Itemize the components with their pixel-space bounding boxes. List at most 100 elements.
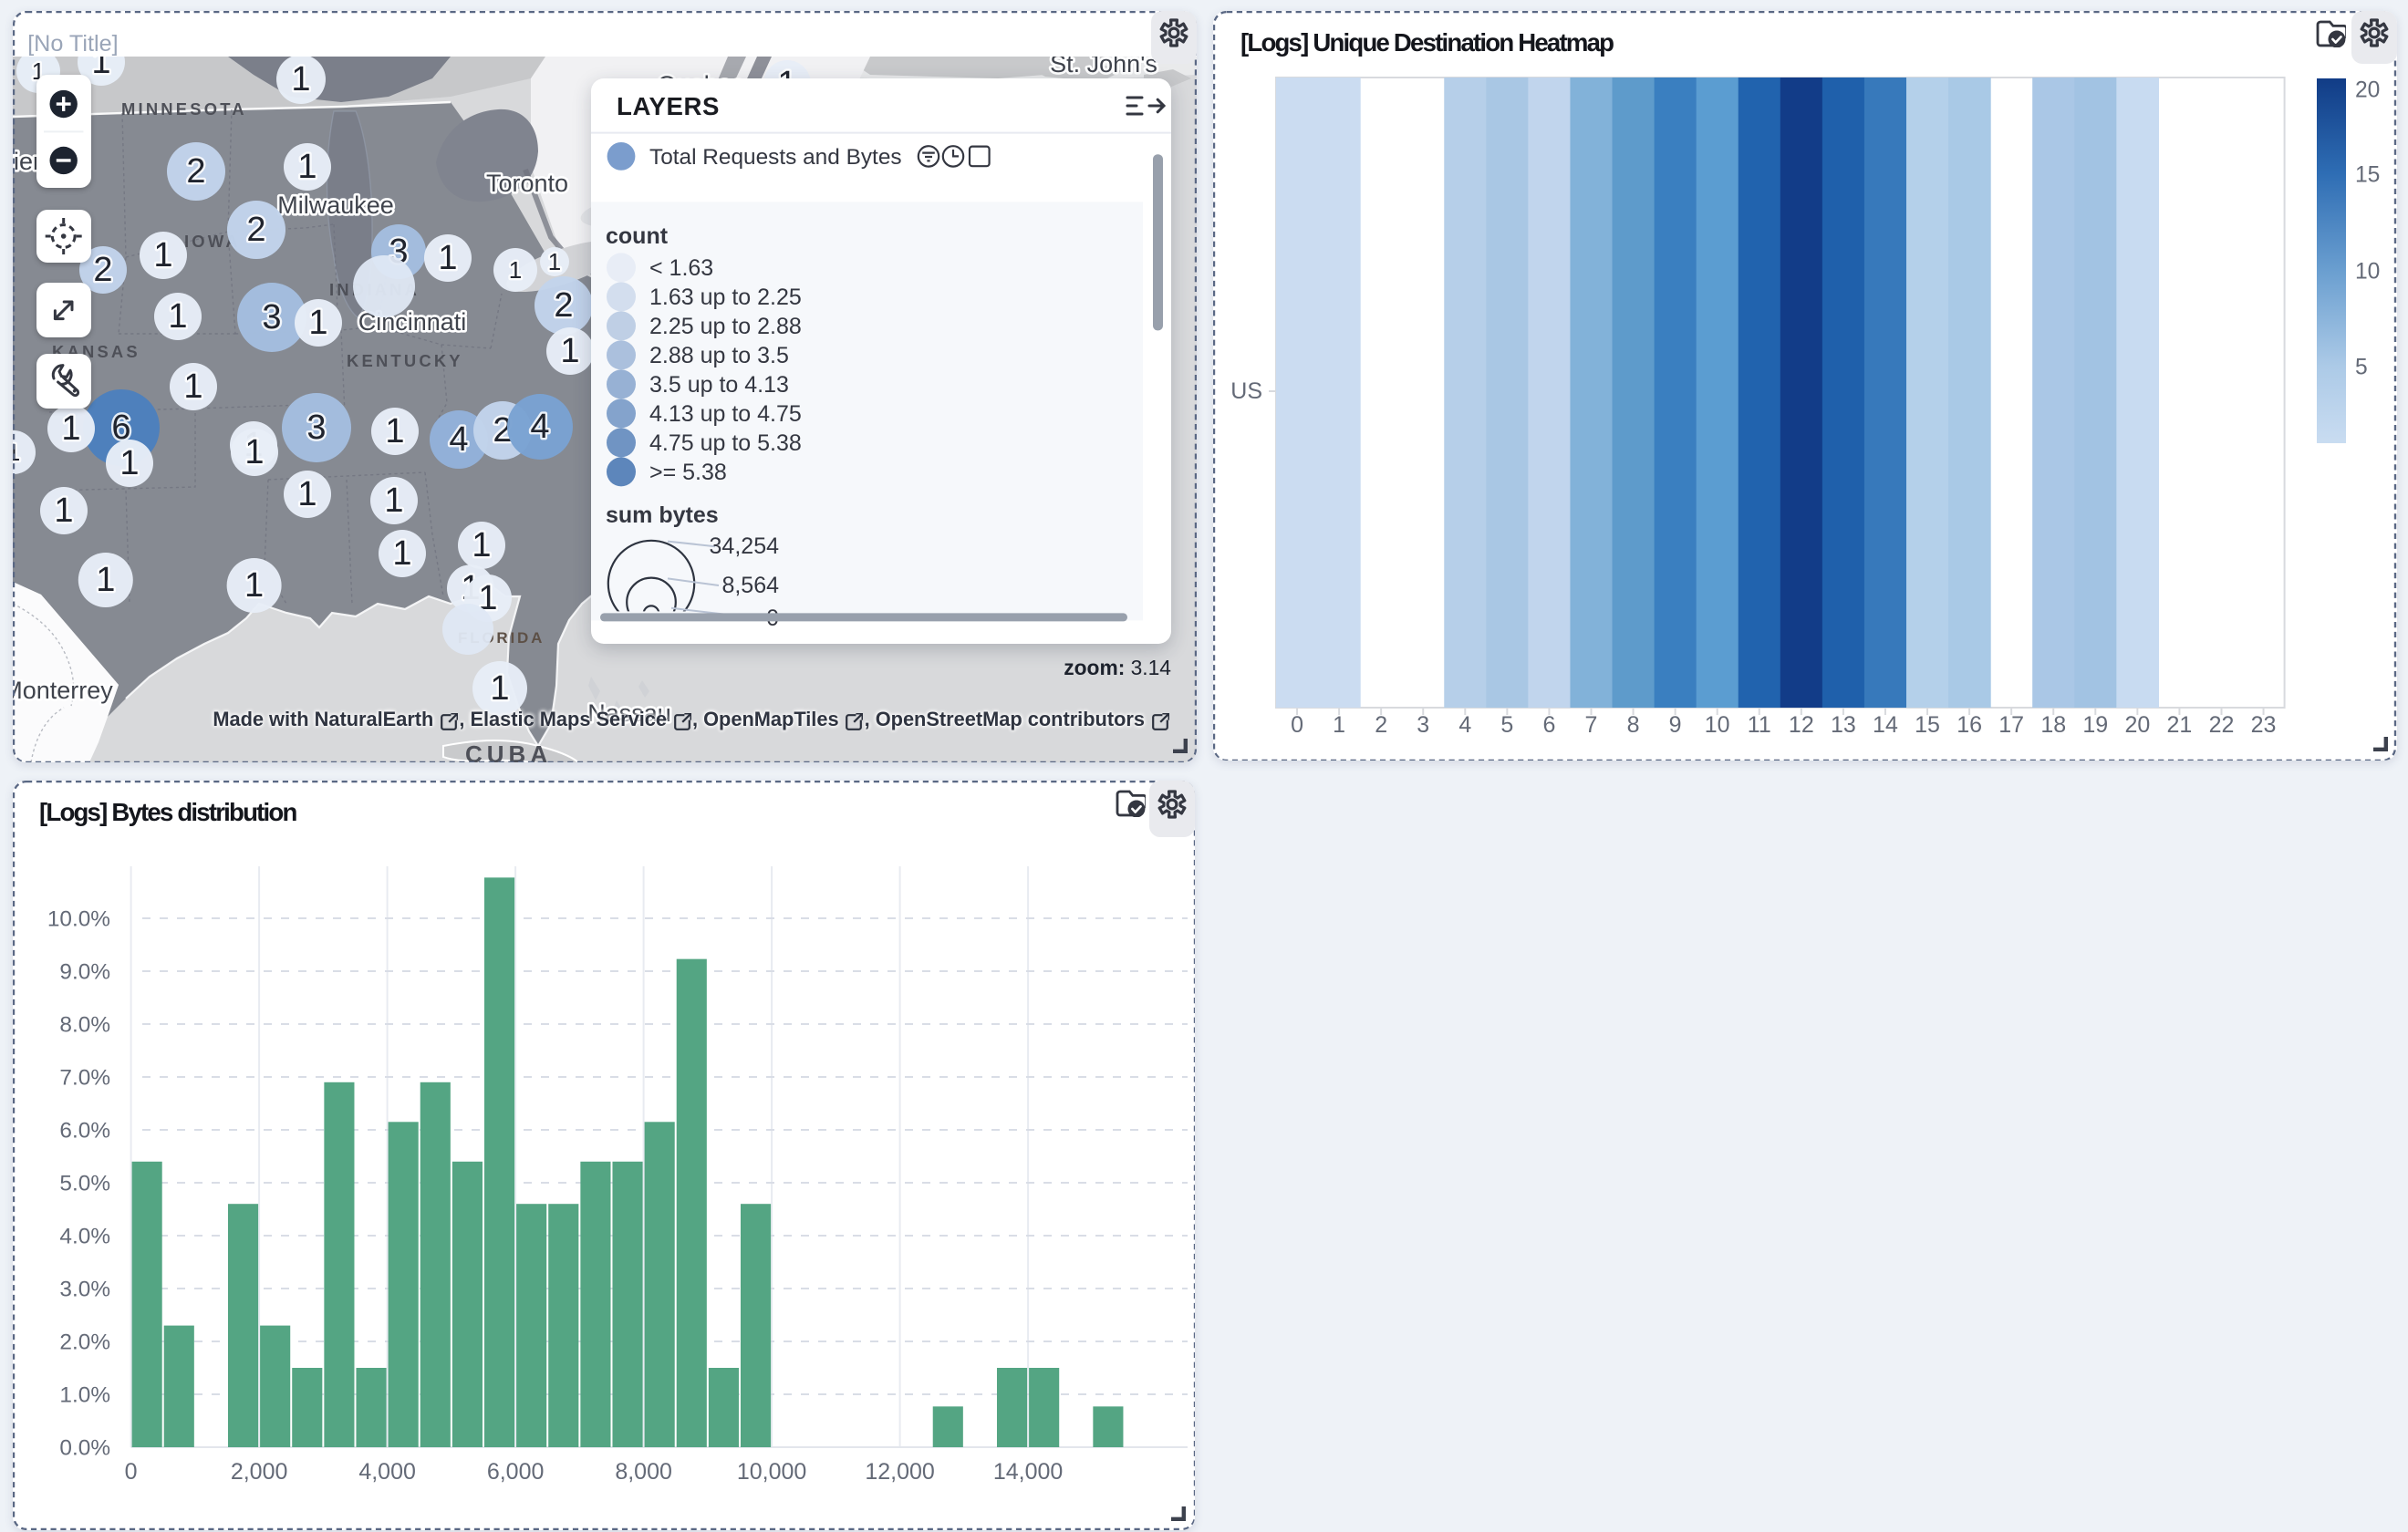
svg-text:23: 23 xyxy=(2251,711,2277,737)
svg-text:1: 1 xyxy=(119,444,138,482)
svg-text:1: 1 xyxy=(547,248,560,275)
svg-text:22: 22 xyxy=(2209,711,2235,737)
svg-text:Toronto: Toronto xyxy=(485,170,567,197)
svg-text:0: 0 xyxy=(124,1458,137,1484)
svg-text:3.0%: 3.0% xyxy=(58,1277,109,1301)
svg-text:20: 20 xyxy=(2355,77,2380,101)
svg-text:1: 1 xyxy=(1333,711,1345,737)
svg-text:St. John's: St. John's xyxy=(1049,57,1157,78)
svg-text:13: 13 xyxy=(1831,711,1856,737)
svg-text:1: 1 xyxy=(244,433,263,471)
svg-text:2: 2 xyxy=(1375,711,1387,737)
svg-text:CUBA: CUBA xyxy=(464,740,551,762)
svg-text:14: 14 xyxy=(1873,711,1898,737)
svg-text:1: 1 xyxy=(12,439,19,466)
svg-text:3.5 up to 4.13: 3.5 up to 4.13 xyxy=(649,372,789,398)
svg-text:10.0%: 10.0% xyxy=(47,906,109,931)
svg-text:1: 1 xyxy=(296,475,316,513)
svg-text:1: 1 xyxy=(53,492,72,530)
svg-text:2.0%: 2.0% xyxy=(58,1330,109,1354)
svg-text:10: 10 xyxy=(1705,711,1730,737)
svg-text:8.0%: 8.0% xyxy=(58,1012,109,1037)
svg-text:sum bytes: sum bytes xyxy=(606,502,719,528)
svg-text:US: US xyxy=(1230,378,1262,403)
svg-text:8,000: 8,000 xyxy=(614,1458,671,1484)
svg-text:4.0%: 4.0% xyxy=(58,1224,109,1248)
svg-text:count: count xyxy=(606,223,669,249)
svg-text:6: 6 xyxy=(1542,711,1555,737)
svg-text:MINNESOTA: MINNESOTA xyxy=(120,99,246,119)
svg-text:7: 7 xyxy=(1585,711,1598,737)
svg-text:1: 1 xyxy=(182,367,202,406)
svg-text:8: 8 xyxy=(1627,711,1640,737)
svg-text:2,000: 2,000 xyxy=(230,1458,287,1484)
svg-text:1: 1 xyxy=(307,304,327,342)
svg-text:1: 1 xyxy=(489,669,508,708)
svg-text:1: 1 xyxy=(437,239,456,277)
svg-text:4.75 up to 5.38: 4.75 up to 5.38 xyxy=(649,430,802,456)
svg-text:10: 10 xyxy=(2355,259,2380,284)
svg-text:1: 1 xyxy=(471,526,490,564)
svg-text:19: 19 xyxy=(2082,711,2108,737)
svg-text:4: 4 xyxy=(529,408,548,446)
svg-text:4: 4 xyxy=(448,420,467,459)
svg-text:1.0%: 1.0% xyxy=(58,1382,109,1407)
svg-text:1: 1 xyxy=(559,332,578,370)
svg-text:21: 21 xyxy=(2167,711,2193,737)
svg-text:3: 3 xyxy=(261,298,280,336)
svg-text:10,000: 10,000 xyxy=(736,1458,805,1484)
svg-text:5: 5 xyxy=(1500,711,1513,737)
svg-text:>= 5.38: >= 5.38 xyxy=(649,460,727,485)
svg-text:11: 11 xyxy=(1748,711,1771,737)
svg-text:LAYERS: LAYERS xyxy=(617,92,720,120)
svg-text:1: 1 xyxy=(384,412,403,450)
svg-text:3: 3 xyxy=(1417,711,1429,737)
svg-text:9.0%: 9.0% xyxy=(58,959,109,984)
svg-text:KENTUCKY: KENTUCKY xyxy=(346,351,462,370)
svg-text:6,000: 6,000 xyxy=(486,1458,544,1484)
svg-text:1: 1 xyxy=(290,60,309,98)
svg-text:Total Requests and Bytes: Total Requests and Bytes xyxy=(649,145,902,170)
svg-text:Milwaukee: Milwaukee xyxy=(276,192,393,219)
svg-text:1: 1 xyxy=(296,148,316,186)
svg-text:17: 17 xyxy=(1998,711,2024,737)
svg-text:1: 1 xyxy=(391,534,410,573)
svg-text:14,000: 14,000 xyxy=(992,1458,1062,1484)
svg-text:6.0%: 6.0% xyxy=(58,1118,109,1143)
svg-text:15: 15 xyxy=(1915,711,1940,737)
svg-text:1: 1 xyxy=(167,297,186,336)
svg-text:5.0%: 5.0% xyxy=(58,1171,109,1196)
svg-text:0.0%: 0.0% xyxy=(58,1435,109,1460)
svg-text:9: 9 xyxy=(1669,711,1682,737)
svg-text:1: 1 xyxy=(152,236,171,274)
svg-text:16: 16 xyxy=(1956,711,1982,737)
svg-text:2: 2 xyxy=(185,152,204,191)
svg-text:2.88 up to 3.5: 2.88 up to 3.5 xyxy=(649,343,789,368)
svg-text:7.0%: 7.0% xyxy=(58,1065,109,1090)
svg-text:2: 2 xyxy=(553,286,572,325)
svg-text:2.25 up to 2.88: 2.25 up to 2.88 xyxy=(649,314,802,339)
svg-text:2: 2 xyxy=(92,251,111,289)
svg-text:1: 1 xyxy=(244,566,263,605)
svg-text:4: 4 xyxy=(1458,711,1471,737)
svg-text:4.13 up to 4.75: 4.13 up to 4.75 xyxy=(649,401,802,427)
svg-text:3: 3 xyxy=(306,409,325,447)
svg-text:1: 1 xyxy=(60,409,79,448)
svg-text:1: 1 xyxy=(95,561,114,599)
svg-text:1: 1 xyxy=(383,481,402,520)
svg-text:4,000: 4,000 xyxy=(358,1458,415,1484)
svg-text:0: 0 xyxy=(1291,711,1303,737)
svg-text:1: 1 xyxy=(508,256,521,284)
svg-text:5: 5 xyxy=(2355,355,2368,379)
svg-text:12,000: 12,000 xyxy=(864,1458,933,1484)
svg-text:8,564: 8,564 xyxy=(721,573,779,598)
svg-text:18: 18 xyxy=(2040,711,2066,737)
svg-text:15: 15 xyxy=(2355,162,2380,187)
svg-text:34,254: 34,254 xyxy=(710,533,780,559)
svg-text:12: 12 xyxy=(1789,711,1814,737)
svg-text:< 1.63: < 1.63 xyxy=(649,255,713,281)
svg-text:2: 2 xyxy=(245,211,265,249)
svg-text:Monterrey: Monterrey xyxy=(12,677,112,704)
svg-text:20: 20 xyxy=(2124,711,2150,737)
svg-text:1.63 up to 2.25: 1.63 up to 2.25 xyxy=(649,285,802,310)
